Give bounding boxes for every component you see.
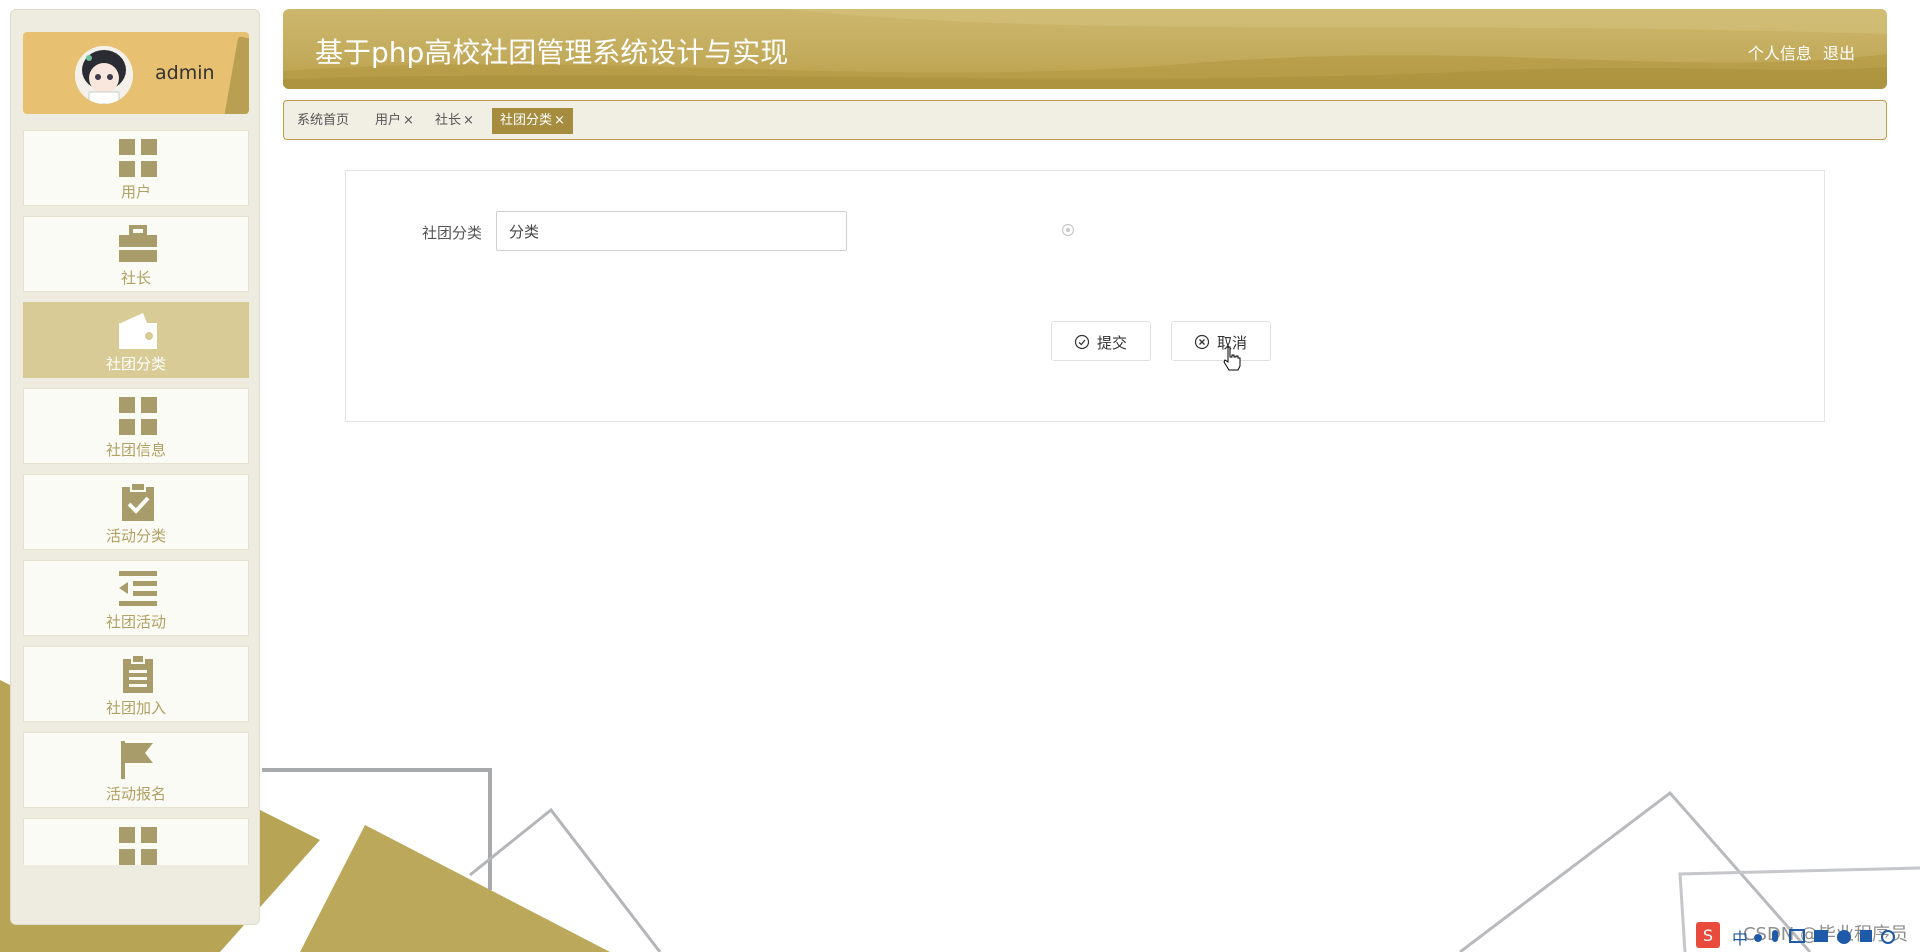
svg-text:S: S: [1703, 926, 1713, 945]
sidebar-item-label: 社团加入: [105, 699, 166, 717]
tab-label: 用户: [375, 113, 402, 128]
user-card-tab: [224, 36, 249, 114]
sidebar-item-label: 用户: [120, 183, 151, 201]
submit-label: 提交: [1097, 335, 1128, 352]
header-links: 个人信息 退出: [1742, 40, 1855, 64]
form-panel: 社团分类 提交 取消: [345, 170, 1825, 422]
sidebar-item-activity-category[interactable]: 活动分类: [23, 474, 249, 550]
tab-club-category[interactable]: 社团分类 ×: [492, 108, 573, 134]
cancel-button[interactable]: 取消: [1171, 321, 1271, 361]
apps-icon[interactable]: [1860, 930, 1872, 942]
sidebar-item-club-info[interactable]: 社团信息: [23, 388, 249, 464]
hand-cursor-icon: [1223, 346, 1241, 371]
sidebar-menu: 用户 社长 社团分类 社团信息 活动分类 社团活动 社团加入 活动报名: [23, 130, 249, 865]
flag-icon: [121, 741, 153, 779]
sidebar-item-label: 社团活动: [105, 613, 166, 631]
sidebar-item-president[interactable]: 社长: [23, 216, 249, 292]
settings-icon[interactable]: [1881, 930, 1895, 944]
app-window: admin 用户 社长 社团分类 社团信息 活动分类 社团活动 社团加入 活动报…: [0, 0, 1920, 952]
clear-icon[interactable]: [1061, 223, 1075, 237]
logout-link[interactable]: 退出: [1823, 44, 1855, 63]
tab-label: 社长: [435, 113, 462, 128]
wallet-icon: [119, 313, 157, 349]
system-tray: S 中: [1692, 920, 1920, 952]
tab-president[interactable]: 社长 ×: [427, 108, 482, 134]
briefcase-icon: [119, 225, 157, 262]
close-circle-icon: [1194, 334, 1210, 350]
tab-users[interactable]: 用户 ×: [367, 108, 422, 134]
skin-icon[interactable]: [1837, 930, 1851, 944]
clipboard-check-icon: [122, 483, 154, 521]
profile-link[interactable]: 个人信息: [1748, 44, 1812, 63]
sidebar-item-club-join[interactable]: 社团加入: [23, 646, 249, 722]
grid-icon: [119, 139, 157, 177]
close-icon[interactable]: ×: [463, 113, 474, 128]
sidebar-item-label: 活动报名: [105, 785, 166, 803]
close-icon[interactable]: ×: [403, 113, 414, 128]
tab-home[interactable]: 系统首页: [289, 108, 357, 134]
page-title: 基于php高校社团管理系统设计与实现: [315, 36, 789, 69]
toolbox-icon[interactable]: [1814, 930, 1828, 942]
sidebar-item-label: 社团信息: [105, 441, 166, 459]
keyboard-icon[interactable]: [1789, 929, 1805, 943]
tab-bar: 系统首页 用户 × 社长 × 社团分类 ×: [283, 100, 1887, 140]
ime-mode-label[interactable]: 中: [1732, 929, 1748, 948]
sidebar-item-label: 社团分类: [105, 355, 166, 373]
sidebar-item-label: 社长: [120, 269, 151, 287]
sidebar: admin 用户 社长 社团分类 社团信息 活动分类 社团活动 社团加入 活动报…: [10, 9, 260, 925]
sidebar-item-activity-signup[interactable]: 活动报名: [23, 732, 249, 808]
tab-label: 社团分类: [500, 113, 553, 128]
field-label: 社团分类: [422, 224, 483, 242]
grid-icon: [119, 827, 157, 865]
punctuation-icon[interactable]: [1754, 934, 1762, 942]
indent-list-icon: [119, 571, 157, 606]
microphone-icon[interactable]: [1772, 930, 1778, 942]
grid-icon: [119, 397, 157, 435]
user-card: admin: [23, 32, 249, 114]
submit-button[interactable]: 提交: [1051, 321, 1151, 361]
header: 基于php高校社团管理系统设计与实现 个人信息 退出: [283, 9, 1887, 89]
avatar[interactable]: [75, 46, 133, 104]
sidebar-item-users[interactable]: 用户: [23, 130, 249, 206]
check-circle-icon: [1074, 334, 1090, 350]
sidebar-item-club-category[interactable]: 社团分类: [23, 302, 249, 378]
sidebar-item-club-activity[interactable]: 社团活动: [23, 560, 249, 636]
sidebar-item-more[interactable]: [23, 818, 249, 865]
club-category-input[interactable]: [496, 211, 847, 251]
background-decoration: [0, 680, 1920, 952]
close-icon[interactable]: ×: [554, 113, 565, 128]
sidebar-item-label: 活动分类: [105, 527, 166, 545]
clipboard-list-icon: [123, 655, 153, 693]
tab-label: 系统首页: [297, 113, 350, 128]
username: admin: [155, 62, 215, 84]
